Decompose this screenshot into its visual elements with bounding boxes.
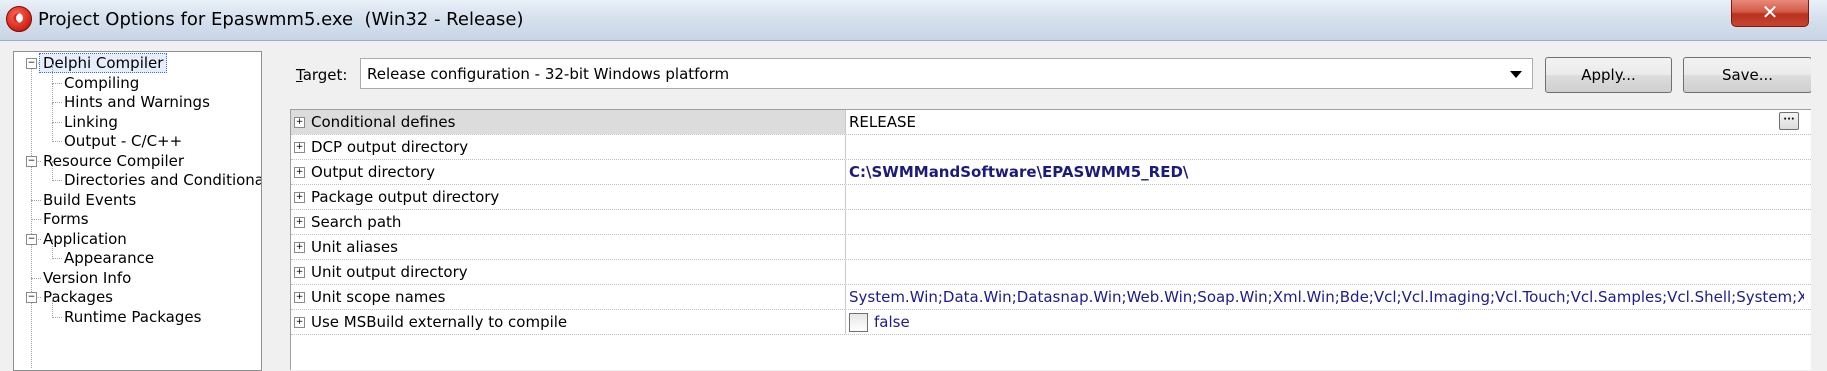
save-button[interactable]: Save...	[1683, 57, 1812, 93]
grid-name-cell[interactable]: + Output directory	[291, 160, 846, 184]
title-bar: Project Options for Epaswmm5.exe (Win32 …	[0, 0, 1827, 41]
grid-name-cell[interactable]: + Unit output directory	[291, 260, 846, 284]
tree-item-label: Delphi Compiler	[39, 53, 168, 73]
grid-row-name: Use MSBuild externally to compile	[311, 313, 568, 331]
grid-name-cell[interactable]: + Unit scope names	[291, 285, 846, 309]
window-title: Project Options for Epaswmm5.exe (Win32 …	[38, 9, 524, 30]
expand-icon[interactable]: +	[294, 267, 305, 278]
tree-connector	[31, 219, 41, 220]
tree-connector	[52, 239, 53, 259]
tree-item[interactable]: Runtime Packages	[14, 297, 261, 328]
property-grid: + Conditional defines RELEASE ··· + DCP outpu…	[290, 109, 1811, 370]
grid-name-cell[interactable]: + Search path	[291, 210, 846, 234]
tree-connector	[52, 258, 62, 259]
target-label-text: arget:	[302, 66, 348, 84]
tree-connector	[52, 82, 62, 84]
expand-icon[interactable]: +	[294, 167, 305, 178]
tree-item-label: Runtime Packages	[64, 307, 202, 326]
collapse-icon[interactable]: −	[26, 58, 37, 69]
grid-row[interactable]: + Use MSBuild externally to compile false	[291, 310, 1811, 335]
grid-row-name: Unit scope names	[311, 288, 446, 306]
grid-row[interactable]: + Conditional defines RELEASE ···	[291, 110, 1811, 135]
grid-row[interactable]: + DCP output directory	[291, 135, 1811, 160]
app-icon	[6, 6, 32, 32]
tree-connector	[31, 277, 41, 279]
tree-connector	[52, 122, 53, 142]
tree-connector	[52, 316, 62, 318]
msbuild-checkbox[interactable]	[849, 313, 868, 332]
collapse-icon[interactable]: −	[26, 292, 37, 303]
expand-icon[interactable]: +	[294, 217, 305, 228]
tree-connector	[52, 161, 53, 181]
grid-name-cell[interactable]: + DCP output directory	[291, 135, 846, 159]
close-button[interactable]: ✕	[1731, 0, 1809, 27]
collapse-icon[interactable]: −	[26, 155, 37, 167]
grid-row[interactable]: + Unit aliases	[291, 235, 1811, 260]
grid-row-name: Conditional defines	[311, 113, 456, 131]
apply-button[interactable]: Apply...	[1545, 57, 1672, 93]
grid-name-cell[interactable]: + Conditional defines	[291, 110, 846, 134]
grid-row-value[interactable]: RELEASE	[849, 113, 1804, 131]
grid-row[interactable]: + Search path	[291, 210, 1811, 235]
tree-connector	[52, 63, 53, 84]
target-label-accelerator: T	[296, 66, 303, 84]
tree-connector	[52, 83, 53, 103]
tree-connector	[52, 102, 62, 103]
collapse-icon[interactable]: −	[26, 233, 37, 245]
chevron-down-icon[interactable]	[1510, 71, 1522, 78]
grid-row-value: false	[874, 313, 910, 331]
grid-row-name: Unit output directory	[311, 263, 468, 281]
tree-connector	[52, 180, 62, 181]
grid-row-name: DCP output directory	[311, 138, 469, 156]
grid-row[interactable]: + Unit output directory	[291, 260, 1811, 285]
grid-row[interactable]: + Package output directory	[291, 185, 1811, 210]
grid-row-value[interactable]: System.Win;Data.Win;Datasnap.Win;Web.Win…	[849, 288, 1804, 306]
options-tree: − Delphi Compiler Compiling Hints and Warni…	[13, 51, 262, 371]
target-select[interactable]: Release configuration - 32-bit Windows p…	[360, 58, 1533, 89]
expand-icon[interactable]: +	[294, 192, 305, 203]
expand-icon[interactable]: +	[294, 142, 305, 153]
grid-row-name: Output directory	[311, 163, 435, 181]
grid-name-cell[interactable]: + Use MSBuild externally to compile	[291, 310, 846, 334]
grid-row-name: Search path	[311, 213, 402, 231]
grid-name-cell[interactable]: + Package output directory	[291, 185, 846, 209]
target-select-value: Release configuration - 32-bit Windows p…	[367, 65, 730, 83]
tree-connector	[52, 102, 53, 123]
tree-connector	[52, 141, 62, 142]
right-edge-strip	[1811, 51, 1827, 369]
grid-row-name: Package output directory	[311, 188, 500, 206]
expand-icon[interactable]: +	[294, 292, 305, 303]
grid-row[interactable]: + Output directory C:\SWMMandSoftware\EPAS…	[291, 160, 1811, 185]
expand-icon[interactable]: +	[294, 117, 305, 128]
ellipsis-button[interactable]: ···	[1779, 112, 1799, 130]
grid-name-cell[interactable]: + Unit aliases	[291, 235, 846, 259]
grid-row[interactable]: + Unit scope names System.Win;Data.Win;Dat…	[291, 285, 1811, 310]
grid-row-name: Unit aliases	[311, 238, 398, 256]
tree-connector	[52, 121, 62, 123]
tree-connector	[31, 199, 41, 201]
expand-icon[interactable]: +	[294, 242, 305, 253]
grid-row-value[interactable]: C:\SWMMandSoftware\EPASWMM5_RED\	[849, 163, 1804, 181]
tree-connector	[52, 297, 53, 318]
expand-icon[interactable]: +	[294, 317, 305, 328]
target-label: Target:	[296, 66, 347, 84]
